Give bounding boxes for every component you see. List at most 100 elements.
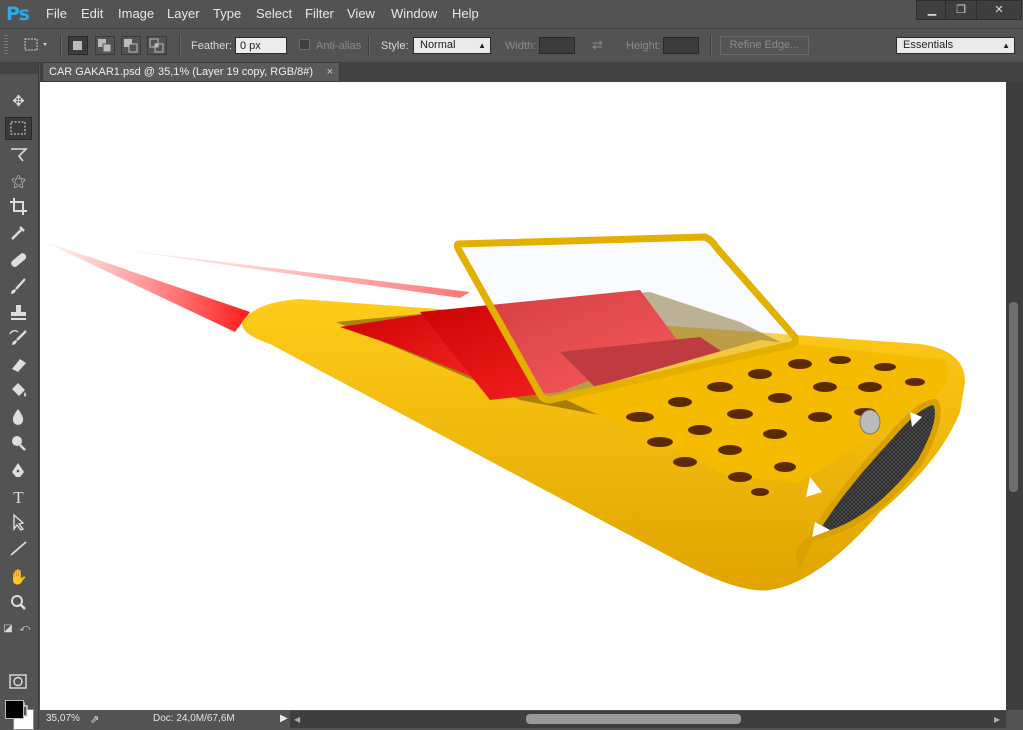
rect-marquee-preset-icon xyxy=(24,38,47,51)
crop-tool-icon[interactable] xyxy=(5,196,32,219)
magnifier-icon xyxy=(11,595,26,610)
subtract-from-selection-button[interactable] xyxy=(121,36,141,55)
width-label: Width: xyxy=(505,40,537,52)
menu-select[interactable]: Select xyxy=(256,6,292,21)
status-bar: 35,07% ⇗ Doc: 24,0M/67,6M ▶ xyxy=(40,711,290,728)
close-window-button[interactable]: ✕ xyxy=(976,0,1022,20)
feather-label: Feather: xyxy=(191,40,232,52)
lasso-tool-icon[interactable] xyxy=(5,144,32,167)
zoom-level[interactable]: 35,07% xyxy=(46,713,80,724)
document-tab-bar: CAR GAKAR1.psd @ 35,1% (Layer 19 copy, R… xyxy=(40,62,1023,82)
menu-image[interactable]: Image xyxy=(118,6,154,21)
headlight xyxy=(859,409,881,435)
history-brush-tool-icon[interactable] xyxy=(5,328,32,351)
intersect-selection-button[interactable] xyxy=(147,36,167,55)
default-colors-icon[interactable]: ◪ xyxy=(1,617,15,640)
quick-mask-icon-glyph xyxy=(9,674,27,689)
scroll-left-icon[interactable]: ◀ xyxy=(294,715,300,724)
car-artwork xyxy=(40,233,965,591)
swap-colors-icon[interactable]: ⤺ xyxy=(17,617,33,640)
divider xyxy=(710,35,712,57)
bandage-icon xyxy=(11,253,27,267)
feather-input[interactable]: 0 px xyxy=(235,37,287,54)
menu-edit[interactable]: Edit xyxy=(81,6,103,21)
width-input[interactable] xyxy=(539,37,575,54)
add-selection-icon xyxy=(98,39,112,53)
subtract-selection-icon xyxy=(124,39,138,53)
speed-trail xyxy=(40,240,250,332)
path-selection-tool-icon[interactable] xyxy=(5,512,32,535)
workspace-select[interactable]: Essentials ▲ xyxy=(896,37,1015,54)
anti-alias-label: Anti-alias xyxy=(316,40,362,52)
new-selection-button[interactable] xyxy=(68,36,88,55)
magic-wand-tool-icon[interactable]: ⚝ xyxy=(5,170,32,193)
line-tool-icon[interactable] xyxy=(5,538,32,561)
crop-icon xyxy=(10,198,27,215)
eraser-tool-icon[interactable] xyxy=(5,354,32,377)
drop-icon xyxy=(12,409,24,425)
add-to-selection-button[interactable] xyxy=(95,36,115,55)
move-tool-icon[interactable]: ✥ xyxy=(5,90,32,113)
style-value: Normal xyxy=(420,39,456,51)
scroll-right-icon[interactable]: ▶ xyxy=(994,715,1000,724)
height-label: Height: xyxy=(626,40,661,52)
brush-tool-icon[interactable] xyxy=(5,276,32,299)
document-tab-title: CAR GAKAR1.psd @ 35,1% (Layer 19 copy, R… xyxy=(49,66,314,78)
chevron-updown-icon: ▲ xyxy=(478,41,486,50)
options-bar: Feather: 0 px Anti-alias Style: Normal ▲… xyxy=(0,28,1023,63)
photoshop-logo-icon: Ps xyxy=(6,3,30,25)
options-bar-grip[interactable] xyxy=(4,35,8,55)
line-icon xyxy=(10,541,27,556)
foreground-color-swatch[interactable] xyxy=(5,700,24,719)
menu-layer[interactable]: Layer xyxy=(167,6,200,21)
menu-window[interactable]: Window xyxy=(391,6,437,21)
export-icon[interactable]: ⇗ xyxy=(90,713,99,726)
tools-panel: ✥ ⚝ T ✋ ◪ ⤺ xyxy=(0,62,39,730)
paint-bucket-icon xyxy=(12,383,26,397)
workspace-value: Essentials xyxy=(903,39,954,51)
blur-tool-icon[interactable] xyxy=(5,406,32,429)
restore-button[interactable]: ❐ xyxy=(945,0,977,20)
clone-stamp-tool-icon[interactable] xyxy=(5,302,32,325)
minimize-button[interactable]: ▁ xyxy=(916,0,948,20)
menu-type[interactable]: Type xyxy=(213,6,241,21)
paint-bucket-tool-icon[interactable] xyxy=(5,380,32,403)
swap-width-height-icon[interactable]: ⇄ xyxy=(592,37,603,53)
close-tab-icon[interactable]: × xyxy=(327,66,333,78)
document-canvas[interactable] xyxy=(40,82,1006,710)
vertical-scroll-thumb[interactable] xyxy=(1009,302,1018,492)
type-tool-icon[interactable]: T xyxy=(5,486,32,509)
tools-panel-collapse[interactable] xyxy=(0,62,38,74)
marquee-tool-icon[interactable] xyxy=(5,117,32,140)
tool-preset-picker[interactable] xyxy=(20,36,52,55)
refine-edge-button[interactable]: Refine Edge... xyxy=(720,36,809,55)
menu-file[interactable]: File xyxy=(46,6,67,21)
style-select[interactable]: Normal ▲ xyxy=(413,37,491,54)
menu-filter[interactable]: Filter xyxy=(305,6,334,21)
pen-tool-icon[interactable] xyxy=(5,460,32,483)
eyedropper-icon xyxy=(11,226,25,240)
rect-marquee-icon xyxy=(10,121,26,135)
menu-view[interactable]: View xyxy=(347,6,375,21)
anti-alias-checkbox[interactable] xyxy=(299,39,310,50)
hand-tool-icon[interactable]: ✋ xyxy=(5,566,32,589)
menu-bar: Ps File Edit Image Layer Type Select Fil… xyxy=(0,0,1023,28)
height-input[interactable] xyxy=(663,37,699,54)
history-brush-icon xyxy=(9,330,27,345)
horizontal-scrollbar[interactable]: ◀ ▶ xyxy=(290,711,1006,728)
horizontal-scroll-thumb[interactable] xyxy=(526,714,741,724)
dodge-tool-icon[interactable] xyxy=(5,432,32,455)
vertical-scrollbar[interactable] xyxy=(1006,82,1023,710)
dodge-icon xyxy=(12,436,26,451)
polygonal-lasso-icon xyxy=(11,148,28,162)
intersect-selection-icon xyxy=(149,38,164,53)
menu-help[interactable]: Help xyxy=(452,6,479,21)
divider xyxy=(60,35,62,57)
new-selection-icon xyxy=(73,41,82,50)
eyedropper-tool-icon[interactable] xyxy=(5,222,32,245)
quick-mask-icon[interactable] xyxy=(5,671,32,694)
zoom-tool-icon[interactable] xyxy=(5,592,32,615)
document-tab[interactable]: CAR GAKAR1.psd @ 35,1% (Layer 19 copy, R… xyxy=(42,62,340,82)
status-menu-arrow-icon[interactable]: ▶ xyxy=(280,713,288,724)
healing-brush-tool-icon[interactable] xyxy=(5,250,32,273)
